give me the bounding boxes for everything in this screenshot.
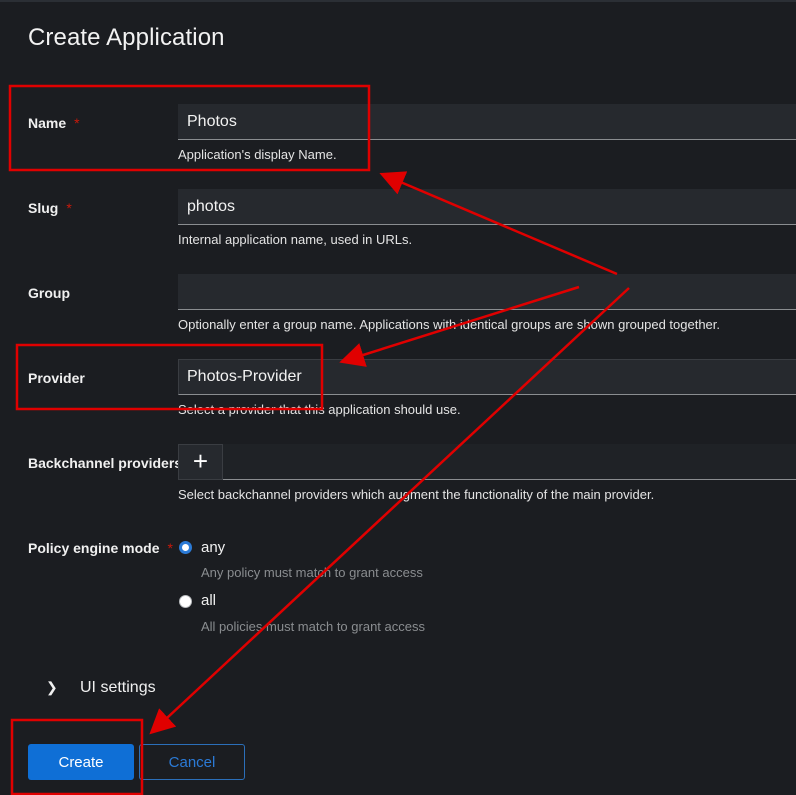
policy-all-description: All policies must match to grant access xyxy=(201,619,425,634)
required-marker: * xyxy=(66,200,72,216)
group-helper-text: Optionally enter a group name. Applicati… xyxy=(178,317,721,332)
policy-any-description: Any policy must match to grant access xyxy=(201,565,423,580)
provider-select[interactable]: Photos-Provider xyxy=(178,359,796,395)
name-helper-text: Application's display Name. xyxy=(178,147,337,162)
required-marker: * xyxy=(167,540,173,556)
group-label: Group xyxy=(28,285,70,301)
provider-helper-text: Select a provider that this application … xyxy=(178,402,461,417)
arrow-to-create xyxy=(149,287,630,735)
top-border xyxy=(0,0,796,2)
add-backchannel-button[interactable]: + xyxy=(178,444,223,480)
group-input[interactable] xyxy=(178,274,796,310)
ui-settings-toggle[interactable]: UI settings xyxy=(80,679,156,697)
chevron-right-icon[interactable]: ❯ xyxy=(46,679,58,696)
slug-label: Slug * xyxy=(28,200,72,216)
slug-input-value: photos xyxy=(187,198,236,215)
backchannel-label: Backchannel providers xyxy=(28,455,183,471)
plus-icon: + xyxy=(192,446,209,476)
backchannel-helper-text: Select backchannel providers which augme… xyxy=(178,487,655,502)
required-marker: * xyxy=(74,115,80,131)
policy-all-label[interactable]: all xyxy=(201,592,216,609)
slug-input[interactable]: photos xyxy=(178,189,796,225)
provider-label: Provider xyxy=(28,370,85,386)
cancel-button[interactable]: Cancel xyxy=(139,744,245,780)
name-input-value: Photos xyxy=(187,113,237,130)
slug-helper-text: Internal application name, used in URLs. xyxy=(178,232,413,247)
backchannel-field[interactable] xyxy=(223,444,796,480)
policy-all-radio[interactable] xyxy=(179,595,192,608)
policy-any-label[interactable]: any xyxy=(201,539,225,556)
provider-select-value: Photos-Provider xyxy=(187,368,302,385)
page-title: Create Application xyxy=(28,24,225,51)
create-button[interactable]: Create xyxy=(28,744,134,780)
policy-any-radio[interactable] xyxy=(179,541,192,554)
name-input[interactable]: Photos xyxy=(178,104,796,140)
policy-mode-label: Policy engine mode * xyxy=(28,540,173,556)
name-label: Name * xyxy=(28,115,80,131)
